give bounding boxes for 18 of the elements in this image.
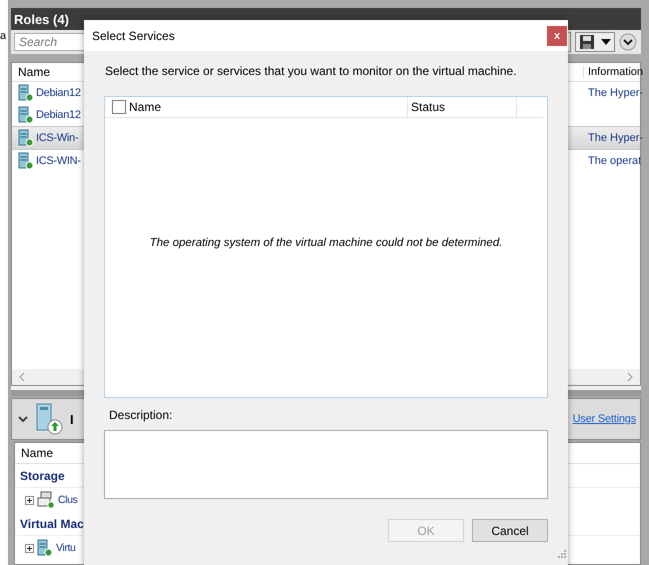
role-information: The Hyper- bbox=[587, 87, 640, 99]
pane-edge-text: a bbox=[0, 30, 6, 42]
role-name: ICS-WIN- bbox=[36, 155, 81, 167]
instruction-text: Select the service or services that you want to monitor on the virtual machine. bbox=[105, 64, 518, 78]
dialog-title: Select Services bbox=[92, 28, 175, 42]
role-information: The Hyper- bbox=[587, 132, 640, 144]
roles-title: Roles (4) bbox=[14, 12, 69, 26]
resource-name: Clus bbox=[58, 494, 78, 506]
group-heading: Virtual Mac bbox=[20, 516, 84, 530]
resource-name: Virtu bbox=[56, 542, 76, 554]
group-heading: Storage bbox=[20, 468, 65, 482]
empty-message: The operating system of the virtual machine could not be determined. bbox=[150, 236, 502, 248]
description-label: Description: bbox=[109, 408, 174, 422]
details-title: I bbox=[70, 412, 74, 426]
role-name: Debian12 bbox=[36, 87, 81, 99]
role-name: Debian12 bbox=[36, 109, 81, 121]
role-information: The operat bbox=[587, 155, 640, 167]
role-name: ICS-Win- bbox=[36, 132, 78, 144]
